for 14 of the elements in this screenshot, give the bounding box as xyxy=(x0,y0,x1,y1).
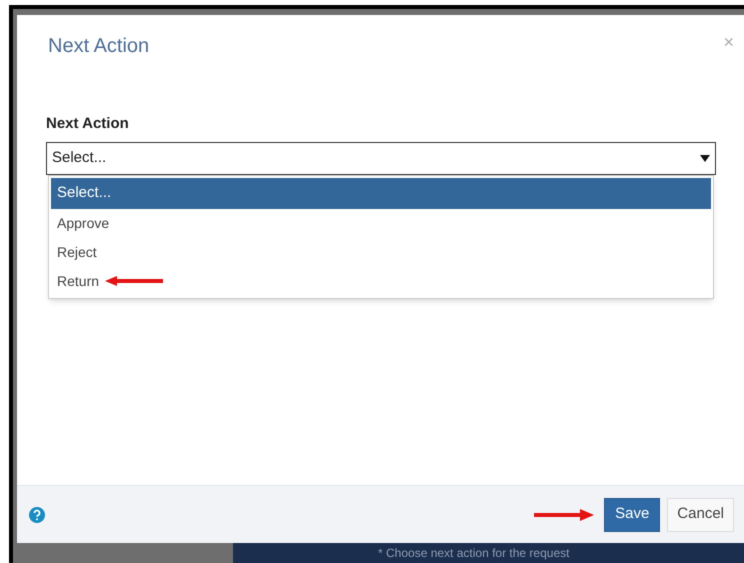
dialog-title: Next Action xyxy=(48,34,150,59)
dropdown-option[interactable]: Select... xyxy=(51,178,711,208)
dropdown-option[interactable]: Reject xyxy=(51,238,711,266)
pointer-arrow xyxy=(534,508,594,520)
select-field[interactable]: Select... xyxy=(46,142,716,174)
pointer-arrow xyxy=(105,276,164,286)
dropdown-option[interactable]: Approve xyxy=(51,208,711,238)
field-label: Next Action xyxy=(46,114,130,134)
dropdown-option[interactable]: Return xyxy=(51,266,711,296)
help-icon[interactable] xyxy=(29,506,45,522)
save-button[interactable]: Save xyxy=(604,498,660,532)
status-text: * Choose next action for the request xyxy=(378,547,570,559)
caret-icon xyxy=(700,154,710,162)
cancel-button[interactable]: Cancel xyxy=(667,498,734,532)
